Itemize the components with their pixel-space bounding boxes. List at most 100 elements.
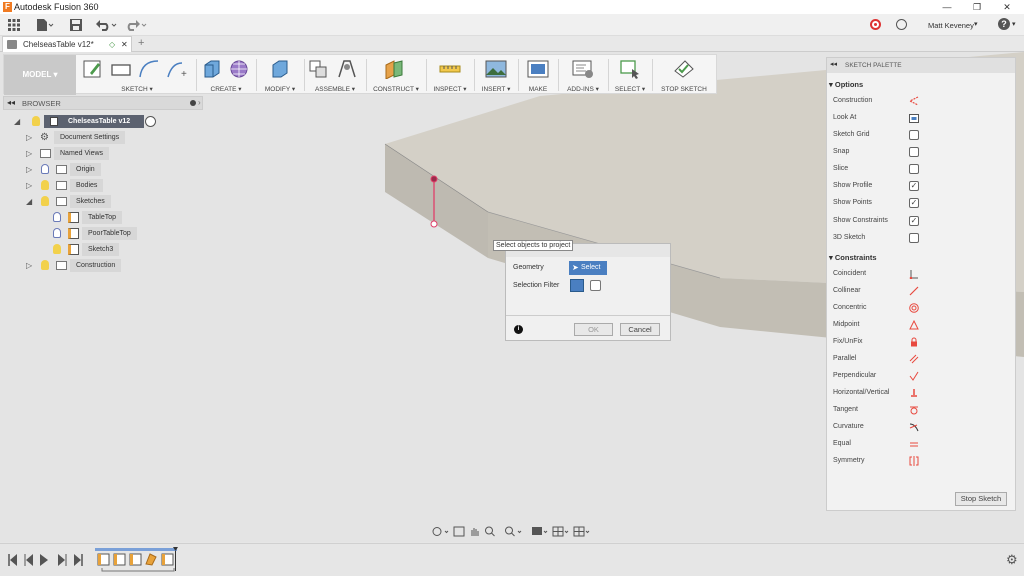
3d-sketch-checkbox[interactable] [909, 233, 919, 243]
constraint-symmetry[interactable]: Symmetry [833, 453, 1013, 469]
step-forward-icon[interactable] [58, 554, 67, 566]
collapse-triangle-icon[interactable]: ◢ [26, 197, 32, 206]
zoom-icon[interactable] [485, 526, 495, 537]
select-icon[interactable] [619, 59, 641, 79]
geometry-select-button[interactable]: ➤ Select [569, 261, 607, 275]
expand-triangle-icon[interactable]: ▷ [26, 149, 32, 158]
document-tab[interactable]: ChelseasTable v12* ◇ ✕ [2, 36, 132, 52]
browser-item-tabletop[interactable]: TableTop [0, 211, 200, 225]
browser-item-construction[interactable]: ▷ Construction [0, 259, 200, 273]
option-show-points[interactable]: Show Points ✓ [833, 195, 1013, 211]
timeline-sketch-feature-3[interactable] [129, 553, 142, 566]
stop-sketch-button[interactable]: Stop Sketch [955, 492, 1007, 506]
go-to-end-icon[interactable] [74, 554, 83, 566]
perpendicular-icon[interactable] [909, 371, 919, 381]
option-show-profile[interactable]: Show Profile ✓ [833, 178, 1013, 194]
constraints-section-header[interactable]: ▾ Constraints [829, 253, 877, 262]
browser-item-poortabletop[interactable]: PoorTableTop [0, 227, 200, 241]
midpoint-icon[interactable] [909, 320, 919, 330]
option-show-constraints[interactable]: Show Constraints ✓ [833, 213, 1013, 229]
user-account-menu[interactable]: Matt Keveney [928, 21, 974, 30]
construct-group[interactable]: CONSTRUCT ▾ [368, 55, 424, 95]
orbit-icon[interactable] [432, 527, 449, 536]
show-profile-checkbox[interactable]: ✓ [909, 181, 919, 191]
tangent-icon[interactable] [909, 405, 919, 415]
browser-item-document-settings[interactable]: ▷ ⚙ Document Settings [0, 131, 200, 145]
browser-expand-icon[interactable]: › [198, 98, 201, 107]
timeline-sketch-feature-4[interactable] [161, 553, 174, 566]
extrude-icon[interactable] [201, 59, 223, 79]
visibility-bulb-off-icon[interactable] [41, 164, 49, 174]
insert-menu-label[interactable]: INSERT ▾ [476, 85, 516, 93]
workspace-switcher[interactable]: MODEL ▾ [4, 55, 76, 95]
display-settings-icon[interactable] [532, 527, 548, 535]
scripts-addins-icon[interactable] [572, 59, 594, 79]
create-sketch-icon[interactable] [82, 59, 104, 79]
expand-triangle-icon[interactable]: ▷ [26, 181, 32, 190]
palette-collapse-icon[interactable]: ◂◂ [830, 60, 837, 68]
constraint-equal[interactable]: Equal [833, 436, 1013, 452]
measure-icon[interactable] [439, 59, 461, 79]
construction-icon[interactable] [909, 96, 919, 106]
option-snap[interactable]: Snap [833, 144, 1013, 160]
fit-zoom-icon[interactable] [505, 526, 522, 537]
option-look-at[interactable]: Look At [833, 110, 1013, 126]
press-pull-icon[interactable] [269, 59, 291, 79]
assemble-menu-label[interactable]: ASSEMBLE ▾ [306, 85, 364, 93]
undo-icon[interactable] [96, 17, 118, 33]
record-icon[interactable] [870, 19, 881, 30]
apps-grid-icon[interactable] [8, 17, 20, 33]
create-menu-label[interactable]: CREATE ▾ [198, 85, 254, 93]
option-3d-sketch[interactable]: 3D Sketch [833, 230, 1013, 246]
inspect-group[interactable]: INSPECT ▾ [428, 55, 472, 95]
close-tab-icon[interactable]: ✕ [121, 40, 128, 49]
show-constraints-checkbox[interactable]: ✓ [909, 216, 919, 226]
curvature-icon[interactable] [909, 422, 919, 432]
minimize-button[interactable]: — [932, 0, 962, 14]
option-construction[interactable]: Construction [833, 93, 1013, 109]
collapse-triangle-icon[interactable]: ◢ [14, 117, 20, 126]
expand-triangle-icon[interactable]: ▷ [26, 165, 32, 174]
visibility-bulb-icon[interactable] [41, 180, 49, 190]
visibility-bulb-off-icon[interactable] [53, 212, 61, 222]
horizontal-vertical-icon[interactable] [909, 388, 919, 398]
make-group[interactable]: MAKE [520, 55, 556, 95]
constraint-concentric[interactable]: Concentric [833, 300, 1013, 316]
go-to-start-icon[interactable] [8, 554, 17, 566]
coincident-icon[interactable] [909, 269, 919, 279]
browser-pin-icon[interactable] [190, 100, 196, 106]
visibility-bulb-off-icon[interactable] [53, 228, 61, 238]
parallel-icon[interactable] [909, 354, 919, 364]
joint-icon[interactable] [336, 59, 358, 79]
stop-sketch-group[interactable]: STOP SKETCH [654, 55, 714, 95]
help-icon[interactable]: ? [998, 18, 1010, 30]
3d-print-icon[interactable] [527, 59, 549, 79]
maximize-button[interactable]: ❐ [962, 0, 992, 14]
browser-item-origin[interactable]: ▷ Origin [0, 163, 200, 177]
expand-triangle-icon[interactable]: ▷ [26, 261, 32, 270]
root-visibility-bulb-icon[interactable] [32, 116, 40, 126]
save-icon[interactable] [70, 17, 82, 33]
user-menu-chevron-icon[interactable]: ▾ [974, 20, 978, 28]
timeline-settings-gear-icon[interactable]: ⚙ [1006, 552, 1018, 568]
palette-header[interactable]: ◂◂ SKETCH PALETTE [827, 58, 1015, 73]
new-component-icon[interactable] [308, 59, 330, 79]
snap-checkbox[interactable] [909, 147, 919, 157]
constraint-perpendicular[interactable]: Perpendicular [833, 368, 1013, 384]
activate-radio-icon[interactable] [145, 116, 156, 127]
browser-item-named-views[interactable]: ▷ Named Views [0, 147, 200, 161]
modify-group[interactable]: MODIFY ▾ [258, 55, 302, 95]
timeline-extrude-feature[interactable] [145, 553, 157, 566]
rectangle-icon[interactable] [110, 59, 132, 79]
grid-settings-icon[interactable] [552, 526, 569, 537]
job-status-clock-icon[interactable] [896, 19, 907, 30]
expand-triangle-icon[interactable]: ▷ [26, 133, 32, 142]
filter-body-toggle-icon[interactable] [570, 279, 584, 292]
visibility-bulb-icon[interactable] [41, 196, 49, 206]
cancel-button[interactable]: Cancel [620, 323, 660, 336]
browser-root-row[interactable]: ◢ ChelseasTable v12 [0, 115, 200, 129]
pan-hand-icon[interactable] [471, 528, 479, 536]
stop-sketch-label[interactable]: STOP SKETCH [654, 86, 714, 93]
concentric-icon[interactable] [909, 303, 919, 313]
browser-item-sketch3[interactable]: Sketch3 [0, 243, 200, 257]
